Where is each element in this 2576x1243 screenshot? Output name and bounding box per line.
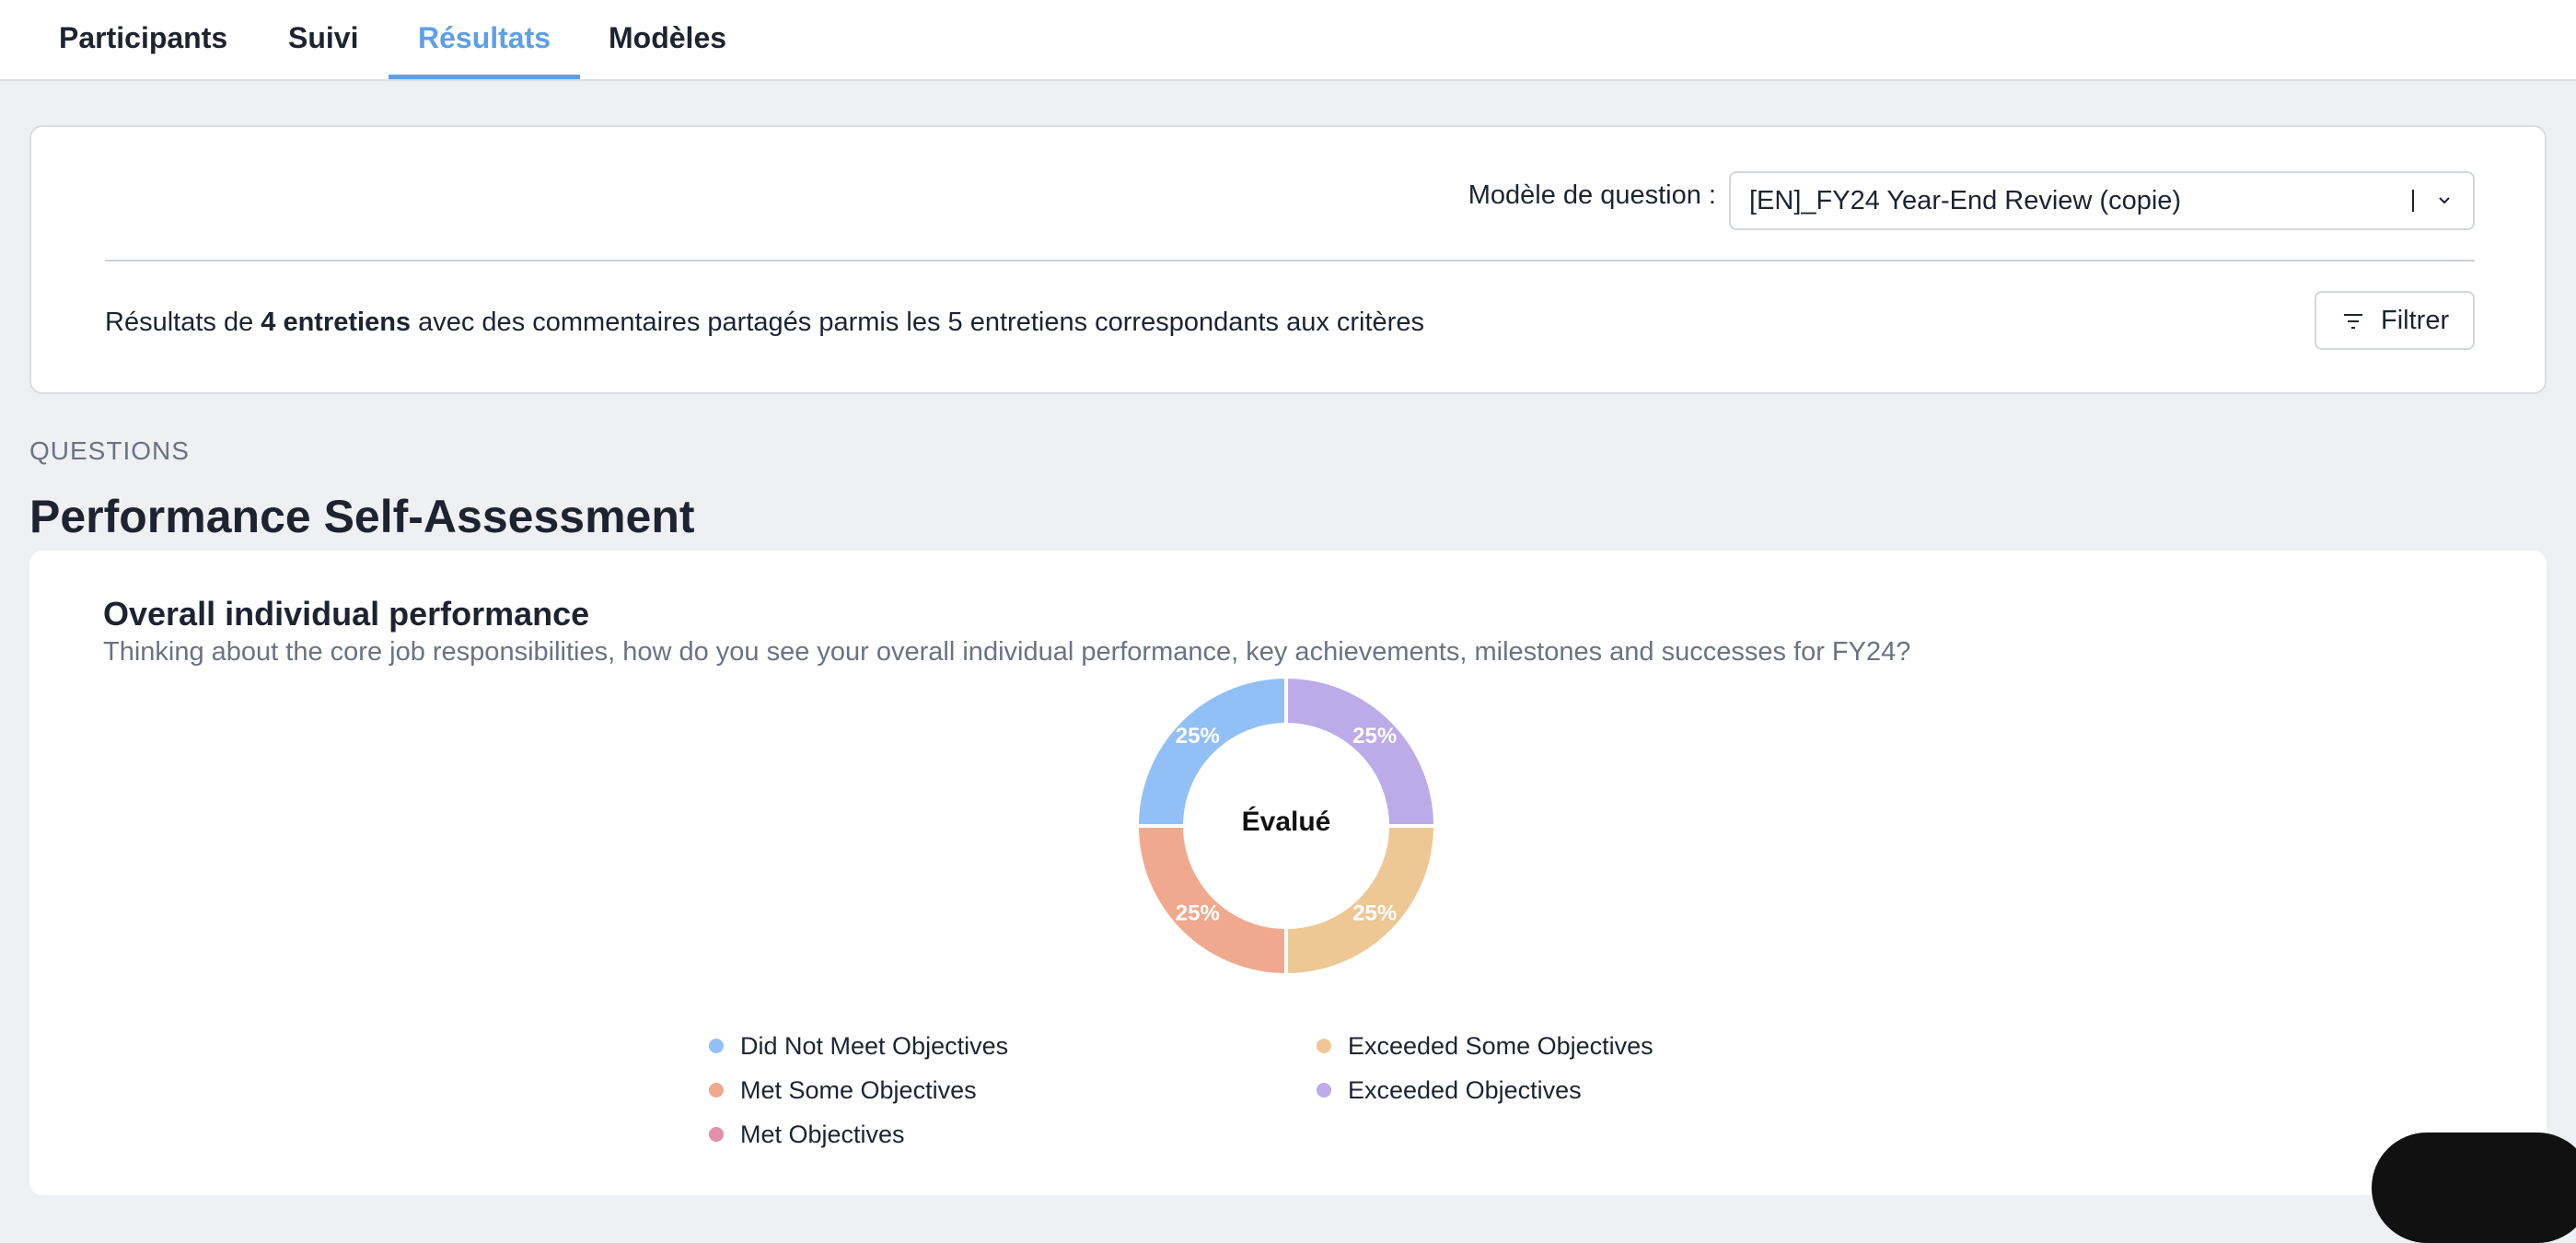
divider (105, 260, 2475, 261)
template-select[interactable]: [EN]_FY24 Year-End Review (copie) (1729, 171, 2475, 230)
legend-label: Exceeded Some Objectives (1348, 1032, 1654, 1060)
slice-label: 25% (1352, 901, 1397, 926)
legend-item[interactable]: Met Objectives (709, 1118, 905, 1151)
filter-icon (2344, 314, 2362, 329)
chevron-down-icon[interactable] (2436, 192, 2453, 208)
donut-slice[interactable] (1284, 674, 1438, 828)
results-count: 4 entretiens (261, 308, 412, 337)
legend-label: Met Some Objectives (740, 1076, 977, 1104)
tab-suivi[interactable]: Suivi (259, 0, 388, 79)
donut-center-label: Évalué (1241, 807, 1331, 837)
filter-button-label: Filtrer (2381, 306, 2450, 335)
template-select-value: [EN]_FY24 Year-End Review (copie) (1749, 186, 2182, 215)
legend-dot (1317, 1038, 1331, 1053)
tab-modeles[interactable]: Modèles (579, 0, 756, 79)
question-title: Overall individual performance (103, 595, 590, 633)
legend-item[interactable]: Exceeded Objectives (1317, 1074, 1582, 1107)
select-separator (2412, 190, 2414, 212)
section-label: QUESTIONS (29, 436, 190, 465)
legend-item[interactable]: Did Not Meet Objectives (709, 1029, 1008, 1063)
filter-card: Modèle de question : [EN]_FY24 Year-End … (29, 125, 2547, 394)
tab-bar: Participants Suivi Résultats Modèles (0, 0, 2576, 81)
slice-label: 25% (1176, 901, 1220, 926)
legend-label: Met Objectives (740, 1121, 905, 1148)
filter-button[interactable]: Filtrer (2315, 291, 2475, 350)
results-summary: Résultats de 4 entretiens avec des comme… (105, 308, 1424, 337)
chat-widget-button[interactable] (2372, 1133, 2576, 1243)
legend-item[interactable]: Met Some Objectives (709, 1074, 977, 1107)
template-select-label: Modèle de question : (1468, 180, 1716, 210)
slice-label: 25% (1352, 724, 1397, 749)
legend-dot (709, 1038, 724, 1053)
question-description: Thinking about the core job responsibili… (103, 637, 1911, 667)
legend-item[interactable]: Exceeded Some Objectives (1317, 1029, 1654, 1063)
tab-participants[interactable]: Participants (29, 0, 257, 79)
legend-dot (709, 1082, 724, 1098)
section-title: Performance Self-Assessment (29, 491, 695, 542)
slice-label: 25% (1176, 724, 1220, 749)
donut-slice[interactable] (1134, 674, 1288, 828)
question-card: Overall individual performance Thinking … (29, 551, 2547, 1195)
legend-label: Did Not Meet Objectives (740, 1032, 1009, 1060)
legend-label: Exceeded Objectives (1348, 1076, 1582, 1104)
legend-dot (709, 1126, 724, 1142)
legend-dot (1317, 1082, 1331, 1098)
tab-resultats[interactable]: Résultats (389, 0, 581, 79)
